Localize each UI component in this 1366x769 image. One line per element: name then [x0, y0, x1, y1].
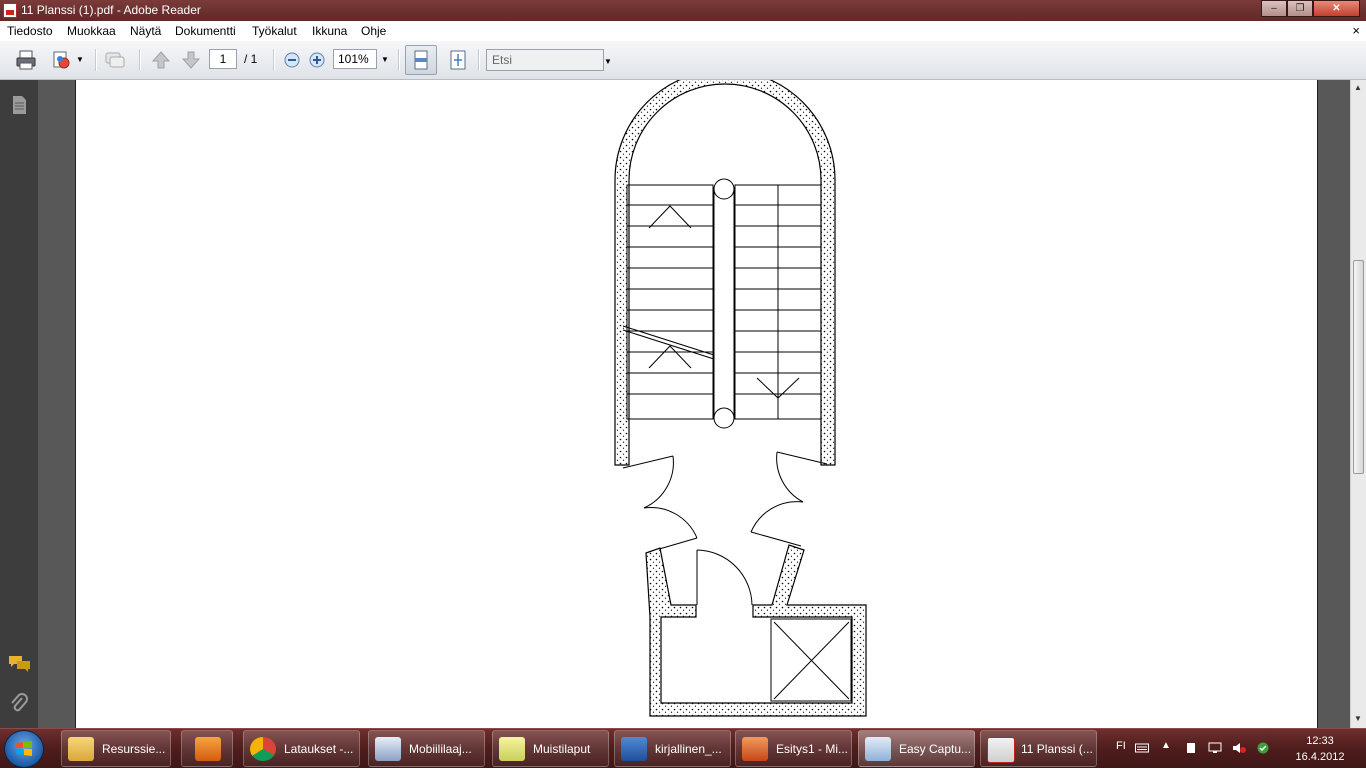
menu-window[interactable]: Ikkuna: [312, 24, 347, 38]
next-page-icon[interactable]: [180, 49, 202, 71]
powerpoint-icon: [742, 737, 768, 761]
previous-page-icon[interactable]: [150, 49, 172, 71]
device-icon[interactable]: [1184, 742, 1198, 754]
menu-tools[interactable]: Työkalut: [252, 24, 297, 38]
sticky-notes-icon: [499, 737, 525, 761]
capture-icon: [865, 737, 891, 761]
menu-file[interactable]: Tiedosto: [7, 24, 53, 38]
menu-view[interactable]: Näytä: [130, 24, 161, 38]
pdf-icon: [987, 737, 1015, 763]
word-icon: [621, 737, 647, 761]
title-bar: 11 Planssi (1).pdf - Adobe Reader – ❐ ✕: [0, 0, 1366, 21]
toolbar-separator: [95, 49, 97, 71]
toolbar-separator: [398, 49, 400, 71]
network-icon[interactable]: [1208, 742, 1222, 754]
show-hidden-icons-icon[interactable]: ▲: [1161, 740, 1171, 751]
search-input[interactable]: Etsi: [486, 49, 604, 71]
toolbar-separator: [139, 49, 141, 71]
clock[interactable]: 12:33 16.4.2012: [1278, 733, 1362, 765]
fit-width-icon: [414, 50, 428, 70]
keyboard-icon[interactable]: [1135, 742, 1149, 754]
clock-time: 12:33: [1306, 735, 1334, 747]
language-indicator[interactable]: FI: [1116, 740, 1126, 752]
folder-icon: [68, 737, 94, 761]
zoom-out-icon[interactable]: [282, 50, 302, 70]
vertical-scrollbar[interactable]: ▲ ▼: [1350, 80, 1366, 728]
windows-logo-icon: [16, 741, 32, 756]
app-icon: [375, 737, 401, 761]
page-count: / 1: [244, 52, 258, 66]
toolbar-separator: [478, 49, 480, 71]
system-tray: FI ▲ 12:33 16.4.2012: [1108, 729, 1366, 769]
attachment-icon[interactable]: [9, 692, 29, 716]
fit-page-icon[interactable]: [447, 49, 469, 71]
zoom-dropdown-icon[interactable]: ▼: [381, 55, 389, 64]
taskbar-item-explorer[interactable]: Resurssie...: [61, 730, 171, 767]
window-title: 11 Planssi (1).pdf - Adobe Reader: [21, 3, 201, 17]
taskbar-item-chrome[interactable]: Lataukset -...: [243, 730, 360, 767]
share-dropdown-icon[interactable]: ▼: [76, 55, 84, 64]
adobe-pdf-icon: [3, 3, 17, 18]
clock-date: 16.4.2012: [1295, 751, 1345, 763]
taskbar-item-adobe-reader[interactable]: 11 Planssi (...: [980, 730, 1097, 767]
toolbar-separator: [273, 49, 275, 71]
taskbar-item-powerpoint[interactable]: Esitys1 - Mi...: [735, 730, 852, 767]
menu-document[interactable]: Dokumentti: [175, 24, 236, 38]
taskbar-item-easy-capture[interactable]: Easy Captu...: [858, 730, 975, 767]
chrome-icon: [250, 737, 276, 761]
scroll-down-icon[interactable]: ▼: [1354, 714, 1362, 723]
media-player-icon: [195, 737, 221, 761]
close-button[interactable]: ✕: [1313, 0, 1360, 17]
pages-icon[interactable]: [9, 94, 29, 116]
share-icon[interactable]: [51, 49, 73, 71]
document-viewer[interactable]: [38, 80, 1350, 728]
menu-bar: Tiedosto Muokkaa Näytä Dokumentti Työkal…: [0, 21, 1366, 41]
taskbar: Resurssie... Lataukset -... Mobiililaaj.…: [0, 728, 1366, 768]
print-icon[interactable]: [15, 49, 37, 71]
security-icon[interactable]: [1256, 742, 1270, 754]
menu-help[interactable]: Ohje: [361, 24, 386, 38]
taskbar-item-media-player[interactable]: [181, 730, 233, 767]
start-button[interactable]: [4, 730, 44, 768]
maximize-button[interactable]: ❐: [1287, 0, 1313, 17]
taskbar-item-word[interactable]: kirjallinen_...: [614, 730, 731, 767]
taskbar-item-sticky-notes[interactable]: Muistilaput: [492, 730, 609, 767]
pdf-page: [75, 80, 1318, 728]
menu-edit[interactable]: Muokkaa: [67, 24, 116, 38]
scrollbar-thumb[interactable]: [1353, 260, 1364, 474]
comments-icon[interactable]: [8, 654, 32, 674]
fit-width-button[interactable]: [405, 45, 437, 75]
navigation-pane: [0, 80, 38, 728]
scroll-up-icon[interactable]: ▲: [1354, 83, 1362, 92]
taskbar-item-mobiililaaj[interactable]: Mobiililaaj...: [368, 730, 485, 767]
toolbar: ▼ 1 / 1 101% ▼: [0, 41, 1366, 80]
zoom-in-icon[interactable]: [307, 50, 327, 70]
floor-plan-drawing: [614, 80, 867, 717]
document-close-button[interactable]: ×: [1352, 23, 1360, 38]
page-number-input[interactable]: 1: [209, 49, 237, 69]
search-dropdown-icon[interactable]: ▼: [604, 57, 612, 66]
comment-icon: [105, 52, 125, 68]
minimize-button[interactable]: –: [1261, 0, 1287, 17]
zoom-level-input[interactable]: 101%: [333, 49, 377, 69]
volume-muted-icon[interactable]: [1232, 742, 1246, 754]
